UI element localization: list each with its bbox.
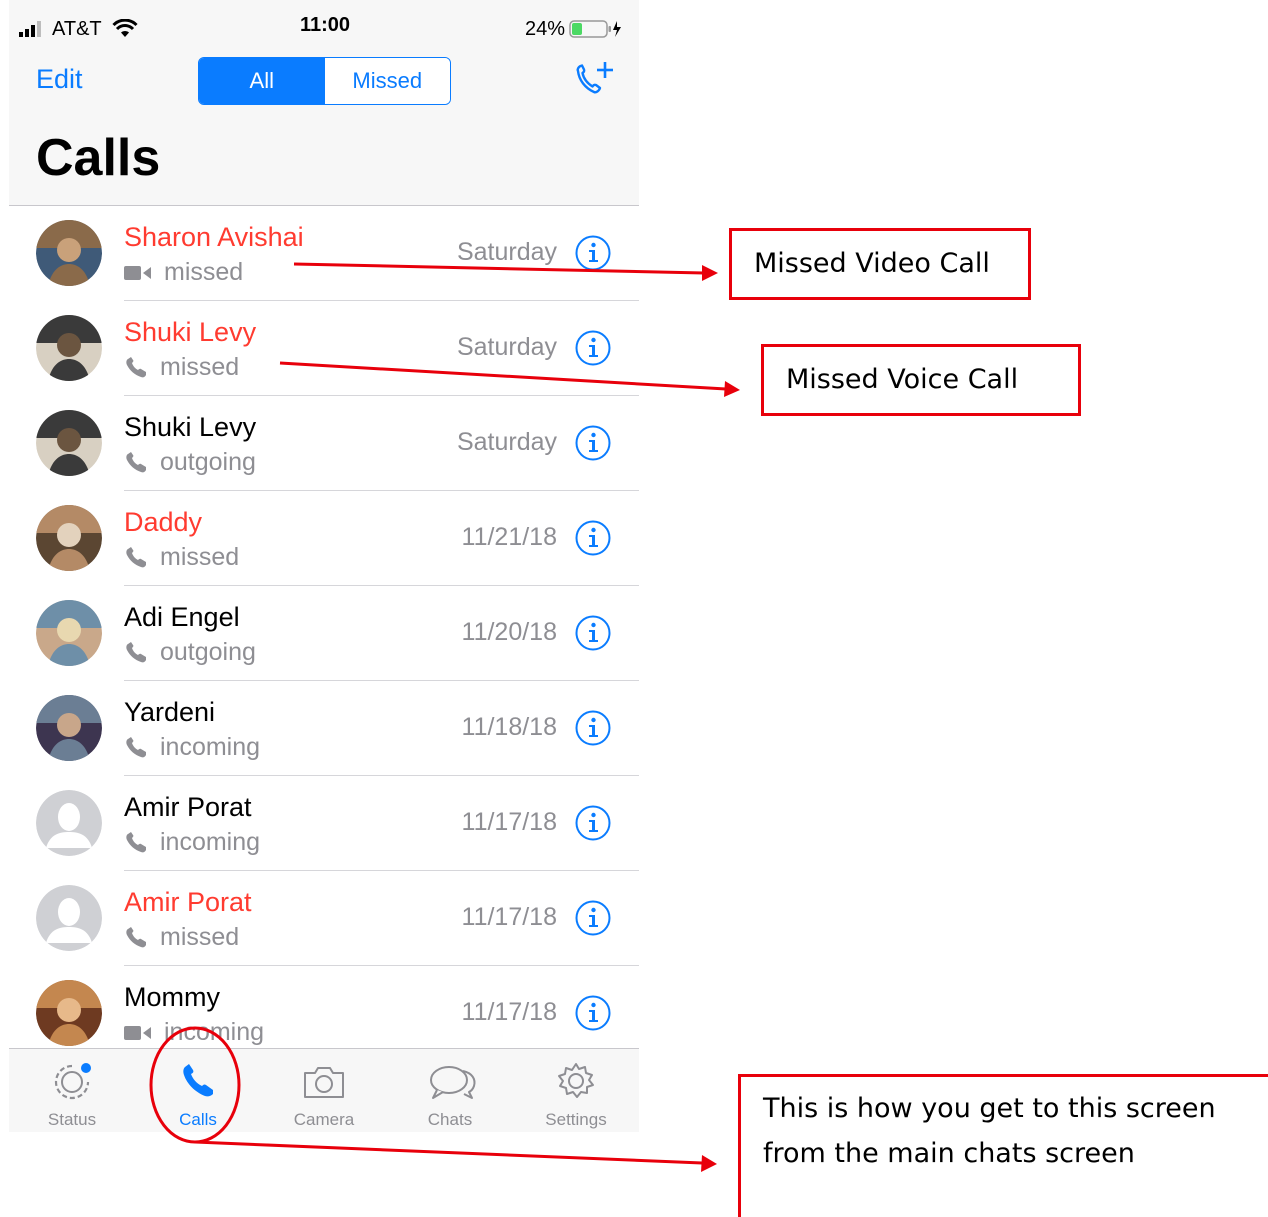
missed-voice-arrowhead xyxy=(724,381,740,397)
navigation-arrowhead xyxy=(701,1155,717,1172)
calls-tab-highlight-circle xyxy=(149,1026,241,1144)
navigation-callout: This is how you get to this screen from … xyxy=(738,1074,1268,1217)
navigation-callout-line1: This is how you get to this screen xyxy=(763,1093,1216,1124)
missed-voice-arrow-line xyxy=(279,361,727,391)
missed-video-arrowhead xyxy=(702,265,718,281)
missed-video-arrow-line xyxy=(293,262,705,275)
missed-video-callout: Missed Video Call xyxy=(729,228,1031,300)
missed-voice-callout-text: Missed Voice Call xyxy=(786,364,1019,395)
annotation-overlay xyxy=(149,262,740,1172)
navigation-arrow-line xyxy=(194,1140,703,1165)
navigation-callout-line2: from the main chats screen xyxy=(763,1138,1135,1169)
missed-voice-callout: Missed Voice Call xyxy=(761,344,1081,416)
missed-video-callout-text: Missed Video Call xyxy=(754,248,990,279)
